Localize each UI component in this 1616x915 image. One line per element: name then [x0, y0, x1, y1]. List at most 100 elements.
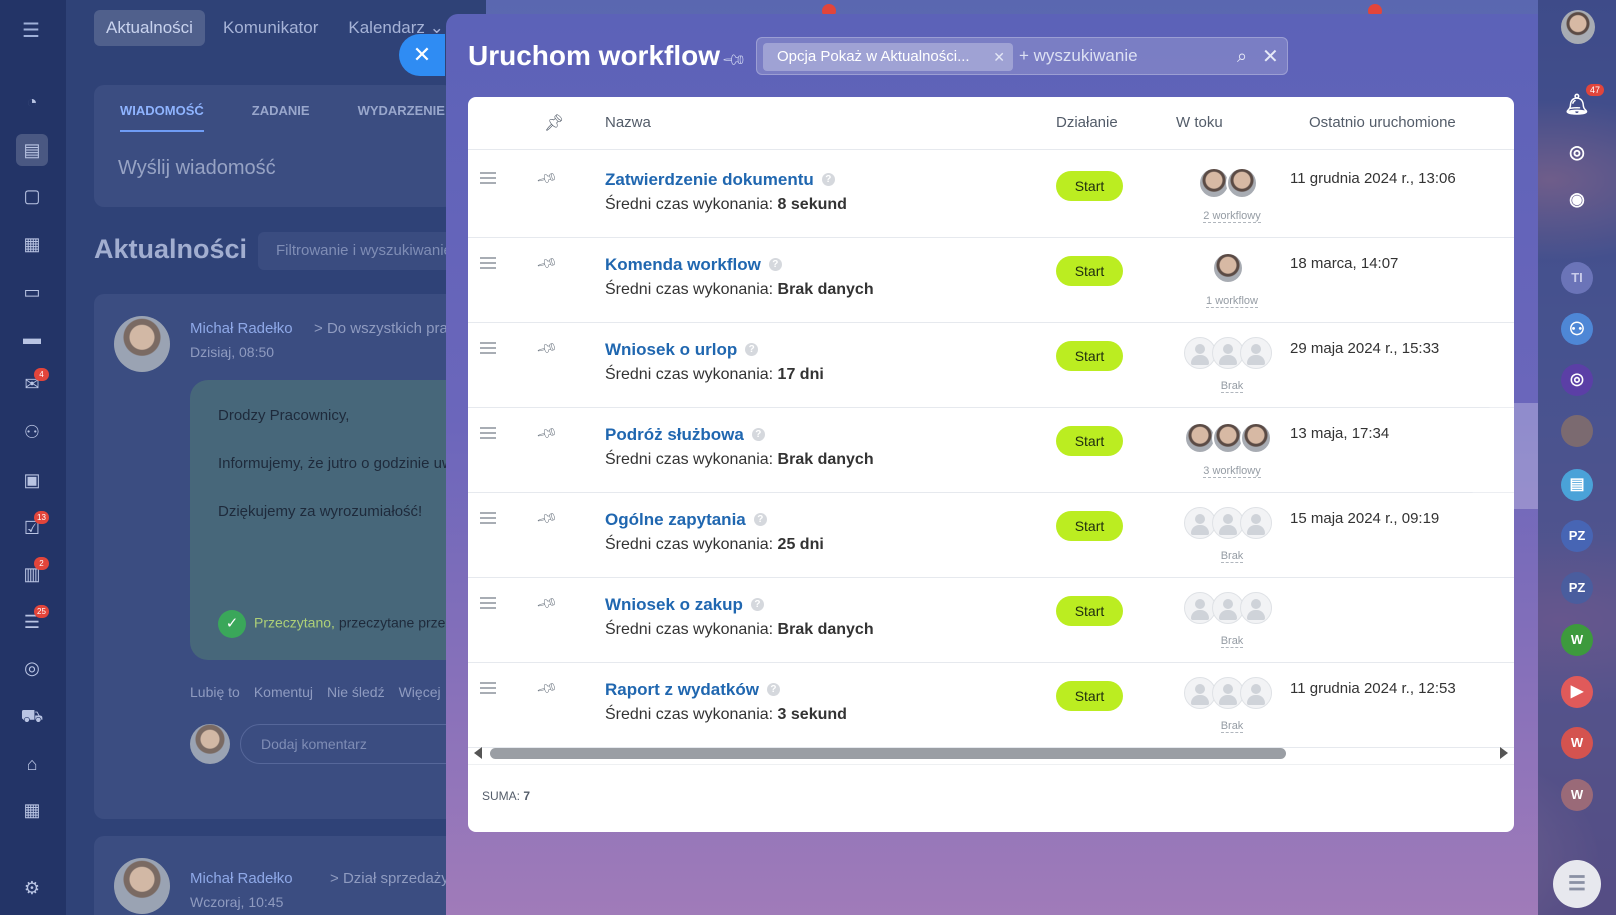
- pin-icon[interactable]: 📌︎: [535, 592, 558, 616]
- compose-input[interactable]: Wyślij wiadomość: [118, 157, 276, 180]
- tab-task[interactable]: ZADANIE: [252, 103, 310, 132]
- chat-avatar[interactable]: PZ: [1561, 520, 1593, 552]
- running-workflows-link[interactable]: Brak: [1182, 550, 1282, 563]
- start-button[interactable]: Start: [1056, 596, 1123, 626]
- workflow-name[interactable]: Podróż służbowa: [605, 425, 744, 444]
- table-row[interactable]: 📌︎ Raport z wydatków? Średni czas wykonani…: [468, 660, 1514, 748]
- unfollow-link[interactable]: Nie śledź: [327, 684, 385, 700]
- target-icon[interactable]: ◎: [20, 656, 44, 680]
- help-icon[interactable]: ?: [751, 428, 765, 441]
- horizontal-scrollbar[interactable]: [468, 744, 1514, 764]
- target-icon[interactable]: ◎: [1561, 136, 1593, 168]
- avatar[interactable]: [1212, 252, 1244, 284]
- workflow-name-link[interactable]: Zatwierdzenie dokumentu?: [605, 170, 835, 190]
- employees-icon[interactable]: ⚇: [20, 420, 44, 444]
- running-workflows-label[interactable]: 1 workflow: [1206, 295, 1258, 308]
- running-workflows-label[interactable]: 2 workflowy: [1203, 210, 1261, 223]
- drag-handle-icon[interactable]: [480, 682, 496, 697]
- open-messenger-icon[interactable]: ☰: [1553, 860, 1601, 908]
- workflow-name-link[interactable]: Raport z wydatków?: [605, 680, 780, 700]
- start-button[interactable]: Start: [1056, 511, 1123, 541]
- topnav-news[interactable]: Aktualności: [94, 10, 205, 46]
- running-workflows-label[interactable]: Brak: [1220, 720, 1244, 733]
- avatar[interactable]: [1226, 167, 1258, 199]
- running-workflows-link[interactable]: Brak: [1182, 380, 1282, 393]
- bank-icon[interactable]: ⌂: [20, 752, 44, 776]
- running-workflows-label[interactable]: 3 workflowy: [1203, 465, 1261, 478]
- topnav-messenger[interactable]: Komunikator: [211, 10, 330, 46]
- help-icon[interactable]: ?: [766, 683, 780, 696]
- start-button[interactable]: Start: [1056, 171, 1123, 201]
- start-button[interactable]: Start: [1056, 426, 1123, 456]
- workflow-name[interactable]: Raport z wydatków: [605, 680, 759, 699]
- search-input[interactable]: Opcja Pokaż w Aktualności... ✕ + wyszuki…: [756, 37, 1288, 75]
- post-author[interactable]: Michał Radełko: [190, 870, 293, 887]
- help-icon[interactable]: ?: [753, 513, 767, 526]
- drag-handle-icon[interactable]: [480, 172, 496, 187]
- calendar-icon[interactable]: ▦: [20, 232, 44, 256]
- drag-handle-icon[interactable]: [480, 512, 496, 527]
- help-icon[interactable]: ?: [745, 343, 759, 356]
- drag-handle-icon[interactable]: [480, 257, 496, 272]
- chat-avatar[interactable]: TI: [1561, 262, 1593, 294]
- clear-search-icon[interactable]: ✕: [1262, 44, 1279, 69]
- post-author[interactable]: Michał Radełko: [190, 320, 293, 337]
- workflow-name[interactable]: Wniosek o zakup: [605, 595, 743, 614]
- avatar[interactable]: [1240, 422, 1272, 454]
- feed-filter-input[interactable]: Filtrowanie i wyszukiwanie: [258, 232, 458, 270]
- drag-handle-icon[interactable]: [480, 342, 496, 357]
- drive-icon[interactable]: ▬: [20, 326, 44, 350]
- settings-icon[interactable]: ⚙: [20, 876, 44, 900]
- comment-link[interactable]: Komentuj: [254, 684, 313, 700]
- tab-message[interactable]: WIADOMOŚĆ: [120, 103, 204, 132]
- pin-icon[interactable]: 📌︎: [535, 507, 558, 531]
- chat-avatar[interactable]: W: [1561, 779, 1593, 811]
- search-placeholder[interactable]: + wyszukiwanie: [1019, 46, 1138, 66]
- avatar[interactable]: [114, 316, 170, 372]
- running-workflows-link[interactable]: 1 workflow: [1182, 295, 1282, 308]
- pin-icon[interactable]: 📌︎: [535, 252, 558, 276]
- group-chat-icon[interactable]: ⚇: [1561, 313, 1593, 345]
- start-button[interactable]: Start: [1056, 341, 1123, 371]
- channel-icon[interactable]: ◎: [1561, 364, 1593, 396]
- table-row[interactable]: 📌︎ Podróż służbowa? Średni czas wykonania:…: [468, 405, 1514, 493]
- running-workflows-label[interactable]: Brak: [1220, 550, 1244, 563]
- help-icon[interactable]: ?: [750, 598, 764, 611]
- help-icon[interactable]: ?: [768, 258, 782, 271]
- start-button[interactable]: Start: [1056, 256, 1123, 286]
- running-workflows-link[interactable]: 2 workflowy: [1182, 210, 1282, 223]
- running-workflows-link[interactable]: Brak: [1182, 635, 1282, 648]
- cart-icon[interactable]: ⛟: [20, 704, 44, 728]
- chat-avatar[interactable]: W: [1561, 624, 1593, 656]
- workflow-name[interactable]: Komenda workflow: [605, 255, 761, 274]
- workgroups-icon[interactable]: ▣: [20, 468, 44, 492]
- start-button[interactable]: Start: [1056, 681, 1123, 711]
- running-workflows-link[interactable]: 3 workflowy: [1182, 465, 1282, 478]
- drag-handle-icon[interactable]: [480, 427, 496, 442]
- table-row[interactable]: 📌︎ Komenda workflow? Średni czas wykonania…: [468, 235, 1514, 323]
- more-link[interactable]: Więcej: [399, 684, 441, 700]
- news-icon[interactable]: ▤: [16, 134, 48, 166]
- video-call-icon[interactable]: ▶: [1561, 676, 1593, 708]
- scrollbar-thumb[interactable]: [490, 748, 1286, 759]
- pin-icon[interactable]: 📌︎: [535, 337, 558, 361]
- chat-avatar[interactable]: W: [1561, 727, 1593, 759]
- chat-avatar[interactable]: PZ: [1561, 572, 1593, 604]
- pin-column-icon[interactable]: 📌︎: [544, 113, 564, 133]
- table-row[interactable]: 📌︎ Ogólne zapytania? Średni czas wykonania…: [468, 490, 1514, 578]
- menu-icon[interactable]: ☰: [22, 18, 42, 43]
- table-row[interactable]: 📌︎ Zatwierdzenie dokumentu? Średni czas wy…: [468, 150, 1514, 238]
- pin-icon[interactable]: 📌︎: [720, 46, 749, 75]
- workflow-name[interactable]: Ogólne zapytania: [605, 510, 746, 529]
- search-chat-icon[interactable]: ◉: [1561, 183, 1593, 215]
- tab-event[interactable]: WYDARZENIE: [358, 103, 445, 132]
- workflow-name[interactable]: Wniosek o urlop: [605, 340, 737, 359]
- messages-icon[interactable]: ▤: [1561, 469, 1593, 501]
- scroll-right-icon[interactable]: [1500, 747, 1508, 759]
- feed-icon[interactable]: ◔: [20, 90, 44, 114]
- remove-filter-icon[interactable]: ✕: [993, 43, 1005, 71]
- pin-icon[interactable]: 📌︎: [535, 422, 558, 446]
- column-last-run[interactable]: Ostatnio uruchomione: [1309, 114, 1456, 131]
- running-workflows-label[interactable]: Brak: [1220, 380, 1244, 393]
- avatar[interactable]: [1561, 10, 1595, 44]
